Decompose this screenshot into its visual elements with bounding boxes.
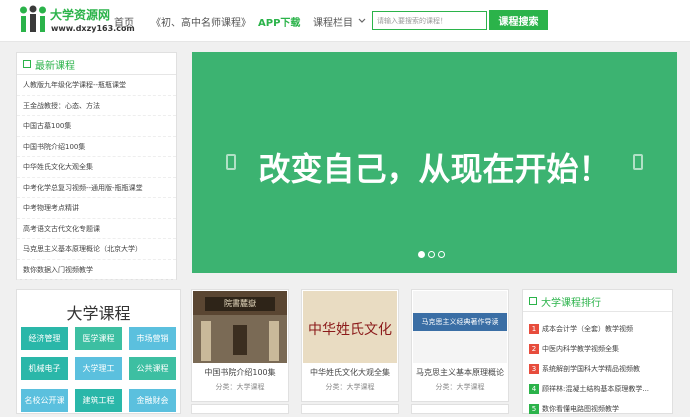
course-card[interactable]	[191, 404, 289, 414]
category-button[interactable]: 机械电子	[21, 357, 68, 380]
banner-carousel[interactable]: 改变自己，从现在开始！	[192, 52, 677, 273]
category-button[interactable]: 金融财会	[129, 389, 176, 412]
search-button[interactable]: 课程搜索	[489, 10, 548, 30]
course-category: 分类：大学课程	[215, 383, 265, 391]
thumbnail-caption: 中华姓氏文化	[308, 322, 392, 338]
category-button[interactable]: 公共课程	[129, 357, 176, 380]
logo-icon[interactable]	[18, 4, 48, 36]
thumbnail-caption: 院書麓嶽	[224, 299, 256, 308]
thumbnail-caption: 马克思主义经典著作导读	[421, 318, 499, 326]
list-item[interactable]: 马克思主义基本原理概论（北京大学）	[17, 239, 176, 260]
list-item[interactable]: 中华姓氏文化大观全集	[17, 157, 176, 178]
panel-header: 最新课程	[17, 53, 176, 75]
carousel-dot[interactable]	[438, 251, 445, 258]
ranking-label[interactable]: 中医内科学教学视频全集	[542, 344, 666, 354]
list-item[interactable]: 中考化学总复习视频--通用版-瓶瓶课堂	[17, 178, 176, 198]
course-thumbnail[interactable]: 中华姓氏文化	[303, 291, 397, 363]
course-card[interactable]	[301, 404, 399, 414]
search-input[interactable]	[372, 11, 487, 30]
nav-middle-school[interactable]: 《初、高中名师课程》	[151, 14, 251, 29]
rank-number: 3	[529, 363, 539, 374]
carousel-dots	[418, 243, 448, 258]
rank-number: 2	[529, 343, 539, 354]
course-thumbnail[interactable]: 马克思主义经典著作导读	[413, 291, 507, 363]
square-icon	[529, 297, 537, 305]
ranking-label[interactable]: 顾祥林:混凝土结构基本原理教学...	[542, 384, 666, 394]
ranking-label[interactable]: 系统解剖学国科大学精品视频教	[542, 364, 666, 374]
square-icon	[23, 60, 31, 68]
nav-app-download[interactable]: APP下载	[258, 14, 300, 29]
banner-slogan: 改变自己，从现在开始！	[258, 150, 611, 188]
panel-header: 大学课程排行	[523, 290, 672, 312]
category-button[interactable]: 市场营销	[129, 327, 176, 350]
course-card[interactable]: 中华姓氏文化 中华姓氏文化大观全集 分类：大学课程	[301, 289, 399, 402]
course-category: 分类：大学课程	[325, 383, 375, 391]
logo-title[interactable]: 大学资源网	[50, 6, 110, 23]
list-item[interactable]: 中国古墓100集	[17, 116, 176, 137]
rank-number: 5	[529, 403, 539, 414]
list-item[interactable]: 高考语文古代文化专题课	[17, 219, 176, 239]
panel-title: 大学课程排行	[541, 298, 601, 309]
chevron-down-icon[interactable]	[357, 15, 367, 25]
ranking-item[interactable]: 2 中医内科学教学视频全集	[529, 338, 666, 354]
category-button[interactable]: 经济管理	[21, 327, 68, 350]
category-button[interactable]: 建筑工程	[75, 389, 122, 412]
course-title[interactable]: 中国书院介绍100集	[192, 367, 288, 378]
list-item[interactable]: 人教版九年级化学课程--瓶瓶课堂	[17, 75, 176, 96]
course-card[interactable]	[411, 404, 509, 414]
category-button[interactable]: 大学理工	[75, 357, 122, 380]
category-button[interactable]: 名校公开课	[21, 389, 68, 412]
ranking-label[interactable]: 数你看懂电路图视频教学	[542, 404, 666, 414]
nav-course-columns[interactable]: 课程栏目	[313, 14, 353, 29]
list-item[interactable]: 王金战教授：心态、方法	[17, 96, 176, 116]
ranking-item[interactable]: 4 顾祥林:混凝土结构基本原理教学...	[529, 378, 666, 394]
course-thumbnail[interactable]: 院書麓嶽	[193, 291, 287, 363]
nav-home[interactable]: 首页	[114, 14, 134, 29]
list-item[interactable]: 中国书院介绍100集	[17, 137, 176, 157]
category-button[interactable]: 医学课程	[75, 327, 122, 350]
course-card[interactable]: 马克思主义经典著作导读 马克思主义基本原理概论 分类：大学课程	[411, 289, 509, 402]
ranking-panel: 大学课程排行 1 成本会计学（全套）教学视频 2 中医内科学教学视频全集 3 系统解剖…	[522, 289, 673, 414]
latest-courses-panel: 最新课程 人教版九年级化学课程--瓶瓶课堂 王金战教授：心态、方法 中国古墓10…	[16, 52, 177, 280]
list-item[interactable]: 中考物理考点精讲	[17, 198, 176, 219]
carousel-dot[interactable]	[428, 251, 435, 258]
university-courses-panel: 大学课程 经济管理 医学课程 市场营销 机械电子 大学理工 公共课程 名校公开课…	[16, 289, 181, 414]
list-item[interactable]: 数你数据入门视频教学	[17, 260, 176, 280]
course-card[interactable]: 院書麓嶽 中国书院介绍100集 分类：大学课程	[191, 289, 289, 402]
site-header: 大学资源网 www.dxzy163.com 首页 《初、高中名师课程》 APP下…	[0, 0, 690, 42]
categories-title: 大学课程	[66, 304, 131, 323]
rank-number: 1	[529, 323, 539, 334]
ranking-label[interactable]: 成本会计学（全套）教学视频	[542, 324, 666, 334]
course-category: 分类：大学课程	[435, 383, 485, 391]
panel-title: 最新课程	[35, 61, 75, 72]
rank-number: 4	[529, 383, 539, 394]
course-title[interactable]: 马克思主义基本原理概论	[412, 367, 508, 378]
ranking-item[interactable]: 1 成本会计学（全套）教学视频	[529, 318, 666, 334]
course-title[interactable]: 中华姓氏文化大观全集	[302, 367, 398, 378]
ranking-item[interactable]: 5 数你看懂电路图视频教学	[529, 398, 666, 414]
ranking-item[interactable]: 3 系统解剖学国科大学精品视频教	[529, 358, 666, 374]
carousel-dot[interactable]	[418, 251, 425, 258]
